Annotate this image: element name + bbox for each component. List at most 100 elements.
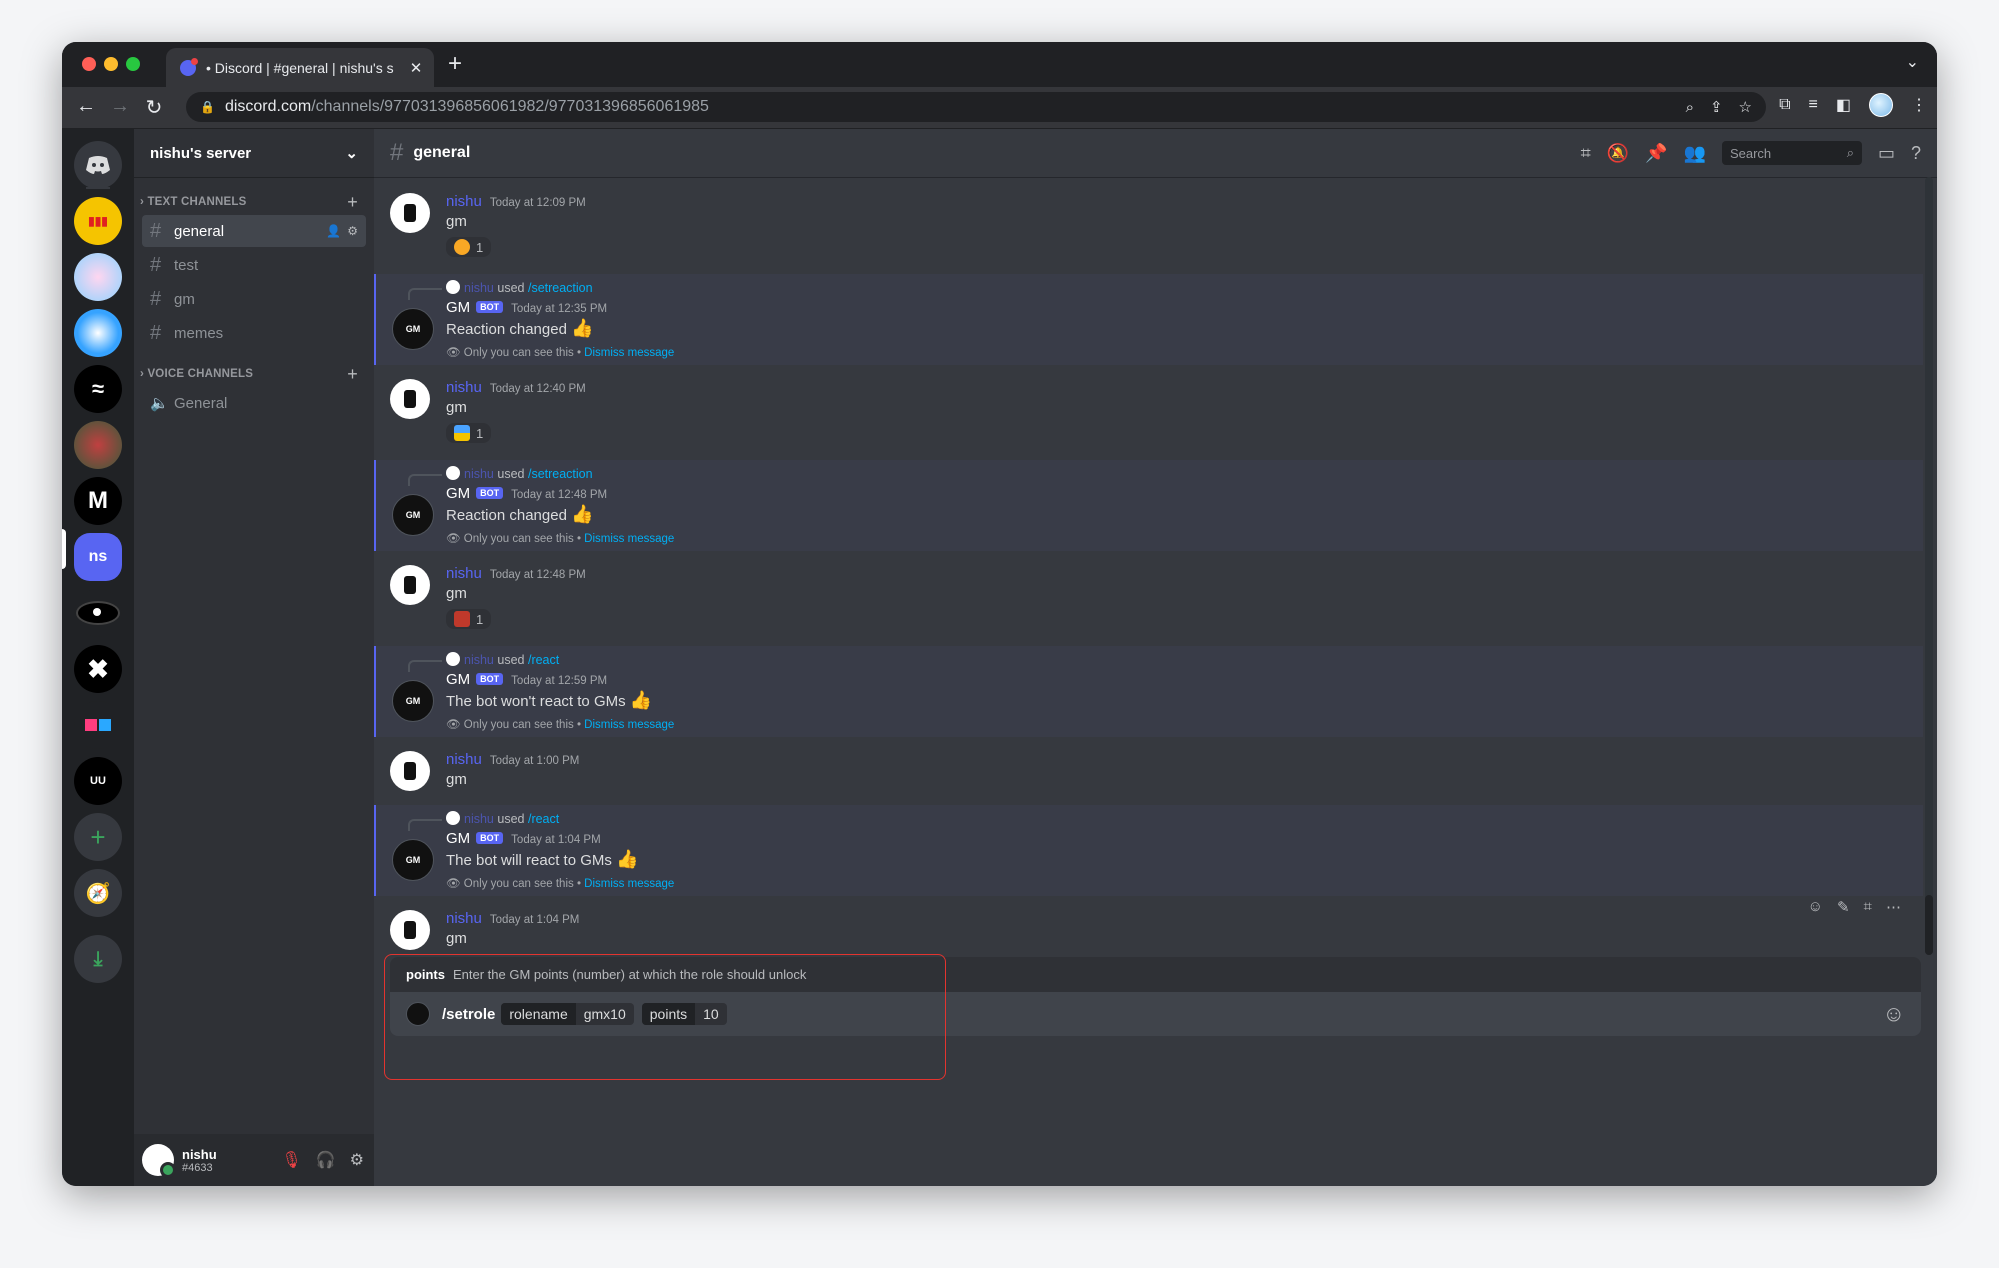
pin-icon[interactable]: 📌 [1645, 143, 1667, 164]
server-icon-3[interactable] [74, 309, 122, 357]
message-author[interactable]: nishu [446, 751, 482, 768]
reply-user: nishu [464, 281, 494, 295]
create-channel-plus-icon[interactable]: + [347, 364, 358, 385]
channel-test[interactable]: # test [142, 249, 366, 281]
message-author[interactable]: GM [446, 299, 470, 316]
message-author[interactable]: nishu [446, 565, 482, 582]
dismiss-message-link[interactable]: Dismiss message [584, 878, 674, 890]
message: nishu Today at 1:00 PM gm [374, 745, 1923, 797]
gear-icon[interactable]: ⚙ [347, 224, 358, 238]
server-icon-x[interactable]: ✖ [74, 645, 122, 693]
server-icon-ns[interactable]: ns [74, 533, 122, 581]
invite-icon[interactable]: 👤 [326, 224, 341, 238]
tab-close-button[interactable]: ✕ [406, 59, 426, 77]
message-timestamp: Today at 12:48 PM [511, 489, 608, 501]
channel-gm[interactable]: # gm [142, 283, 366, 315]
extensions-puzzle-icon[interactable]: ⧉ [1779, 96, 1790, 114]
reply-command[interactable]: /setreaction [528, 467, 593, 481]
inbox-icon[interactable]: ▭ [1878, 143, 1895, 164]
browser-tab[interactable]: • Discord | #general | nishu's s ✕ [166, 48, 434, 87]
voice-channel-general[interactable]: 🔈 General [142, 387, 366, 419]
dismiss-message-link[interactable]: Dismiss message [584, 719, 674, 731]
reply-command[interactable]: /react [528, 812, 559, 826]
thumbs-up-emoji-icon: 👍 [616, 849, 639, 869]
message-author[interactable]: nishu [446, 193, 482, 210]
tab-search-chevron-icon[interactable]: ⌄ [1906, 52, 1919, 72]
download-apps-icon[interactable]: ⤓ [74, 935, 122, 983]
media-queue-icon[interactable]: ≡ [1809, 96, 1818, 114]
emoji-picker-icon[interactable]: ☺ [1883, 1001, 1905, 1027]
message-scrollbar[interactable] [1925, 177, 1933, 955]
user-avatar[interactable] [390, 193, 430, 233]
new-tab-button[interactable]: + [448, 50, 462, 78]
create-channel-plus-icon[interactable]: + [347, 192, 358, 213]
headphones-icon[interactable]: 🎧 [316, 1150, 336, 1170]
message-author[interactable]: GM [446, 830, 470, 847]
reaction[interactable]: 1 [446, 609, 492, 629]
close-window-button[interactable] [82, 57, 96, 71]
mute-mic-icon[interactable]: 🎙 [281, 1150, 301, 1170]
user-avatar[interactable] [142, 1144, 176, 1178]
server-icon-2[interactable] [74, 253, 122, 301]
browser-menu-icon[interactable]: ⋮ [1911, 95, 1927, 115]
bot-avatar[interactable]: GM [392, 839, 434, 881]
bot-avatar[interactable]: GM [392, 494, 434, 536]
channel-label: test [174, 256, 199, 274]
category-text-channels[interactable]: › TEXT CHANNELS + [134, 191, 374, 213]
share-icon[interactable]: ⇪ [1710, 98, 1723, 116]
explore-compass-icon[interactable]: 🧭 [74, 869, 122, 917]
server-icon-m[interactable]: M [74, 477, 122, 525]
server-icon-4[interactable]: ≈ [74, 365, 122, 413]
member-list-icon[interactable]: 👥 [1684, 143, 1706, 164]
user-avatar[interactable] [390, 910, 430, 950]
scrollbar-thumb[interactable] [1925, 895, 1933, 955]
create-thread-icon[interactable]: ⌗ [1864, 898, 1872, 916]
server-icon-uu[interactable]: UU [74, 757, 122, 805]
forward-arrow-icon[interactable]: → [108, 95, 132, 118]
add-server-icon[interactable]: + [74, 813, 122, 861]
search-input[interactable]: Search ⌕ [1721, 141, 1862, 165]
message-author[interactable]: GM [446, 485, 470, 502]
dismiss-message-link[interactable]: Dismiss message [584, 347, 674, 359]
message-author[interactable]: nishu [446, 910, 482, 927]
url-input[interactable]: 🔒 discord.com/channels/97703139685606198… [186, 92, 1766, 122]
discord-home-icon[interactable] [74, 141, 122, 189]
dismiss-message-link[interactable]: Dismiss message [584, 533, 674, 545]
zoom-icon[interactable]: ⌕ [1686, 99, 1694, 116]
reaction[interactable]: 1 [446, 237, 492, 257]
server-icon-eye[interactable] [74, 589, 122, 637]
bot-avatar[interactable]: GM [392, 680, 434, 722]
server-icon-1[interactable]: ▮▮▮ [74, 197, 122, 245]
reaction[interactable]: 1 [446, 423, 492, 443]
user-avatar[interactable] [390, 751, 430, 791]
threads-icon[interactable]: ⌗ [1581, 143, 1591, 164]
help-icon[interactable]: ? [1911, 143, 1921, 164]
message-author[interactable]: nishu [446, 379, 482, 396]
add-reaction-icon[interactable]: ☺ [1808, 898, 1823, 916]
minimize-window-button[interactable] [104, 57, 118, 71]
channel-memes[interactable]: # memes [142, 317, 366, 349]
reload-icon[interactable]: ↻ [142, 95, 166, 120]
server-icon-dots[interactable] [74, 701, 122, 749]
sunrise-emoji-icon [454, 425, 470, 441]
category-voice-channels[interactable]: › VOICE CHANNELS + [134, 363, 374, 385]
user-avatar[interactable] [390, 565, 430, 605]
edit-pencil-icon[interactable]: ✎ [1837, 898, 1850, 916]
user-avatar[interactable] [390, 379, 430, 419]
server-header[interactable]: nishu's server ⌄ [134, 129, 374, 177]
bot-avatar[interactable]: GM [392, 308, 434, 350]
user-settings-gear-icon[interactable]: ⚙ [350, 1150, 364, 1170]
server-icon-5[interactable] [74, 421, 122, 469]
reply-command[interactable]: /react [528, 653, 559, 667]
reply-command[interactable]: /setreaction [528, 281, 593, 295]
maximize-window-button[interactable] [126, 57, 140, 71]
channel-general[interactable]: # general 👤 ⚙ [142, 215, 366, 247]
more-options-icon[interactable]: ⋯ [1886, 898, 1901, 916]
notification-bell-muted-icon[interactable]: 🔕 [1607, 143, 1629, 164]
message-timestamp: Today at 12:40 PM [489, 383, 586, 395]
bookmark-star-icon[interactable]: ☆ [1739, 98, 1752, 116]
side-panel-icon[interactable]: ◧ [1836, 95, 1851, 115]
profile-avatar[interactable] [1869, 93, 1893, 117]
message-author[interactable]: GM [446, 671, 470, 688]
back-arrow-icon[interactable]: ← [74, 95, 98, 118]
